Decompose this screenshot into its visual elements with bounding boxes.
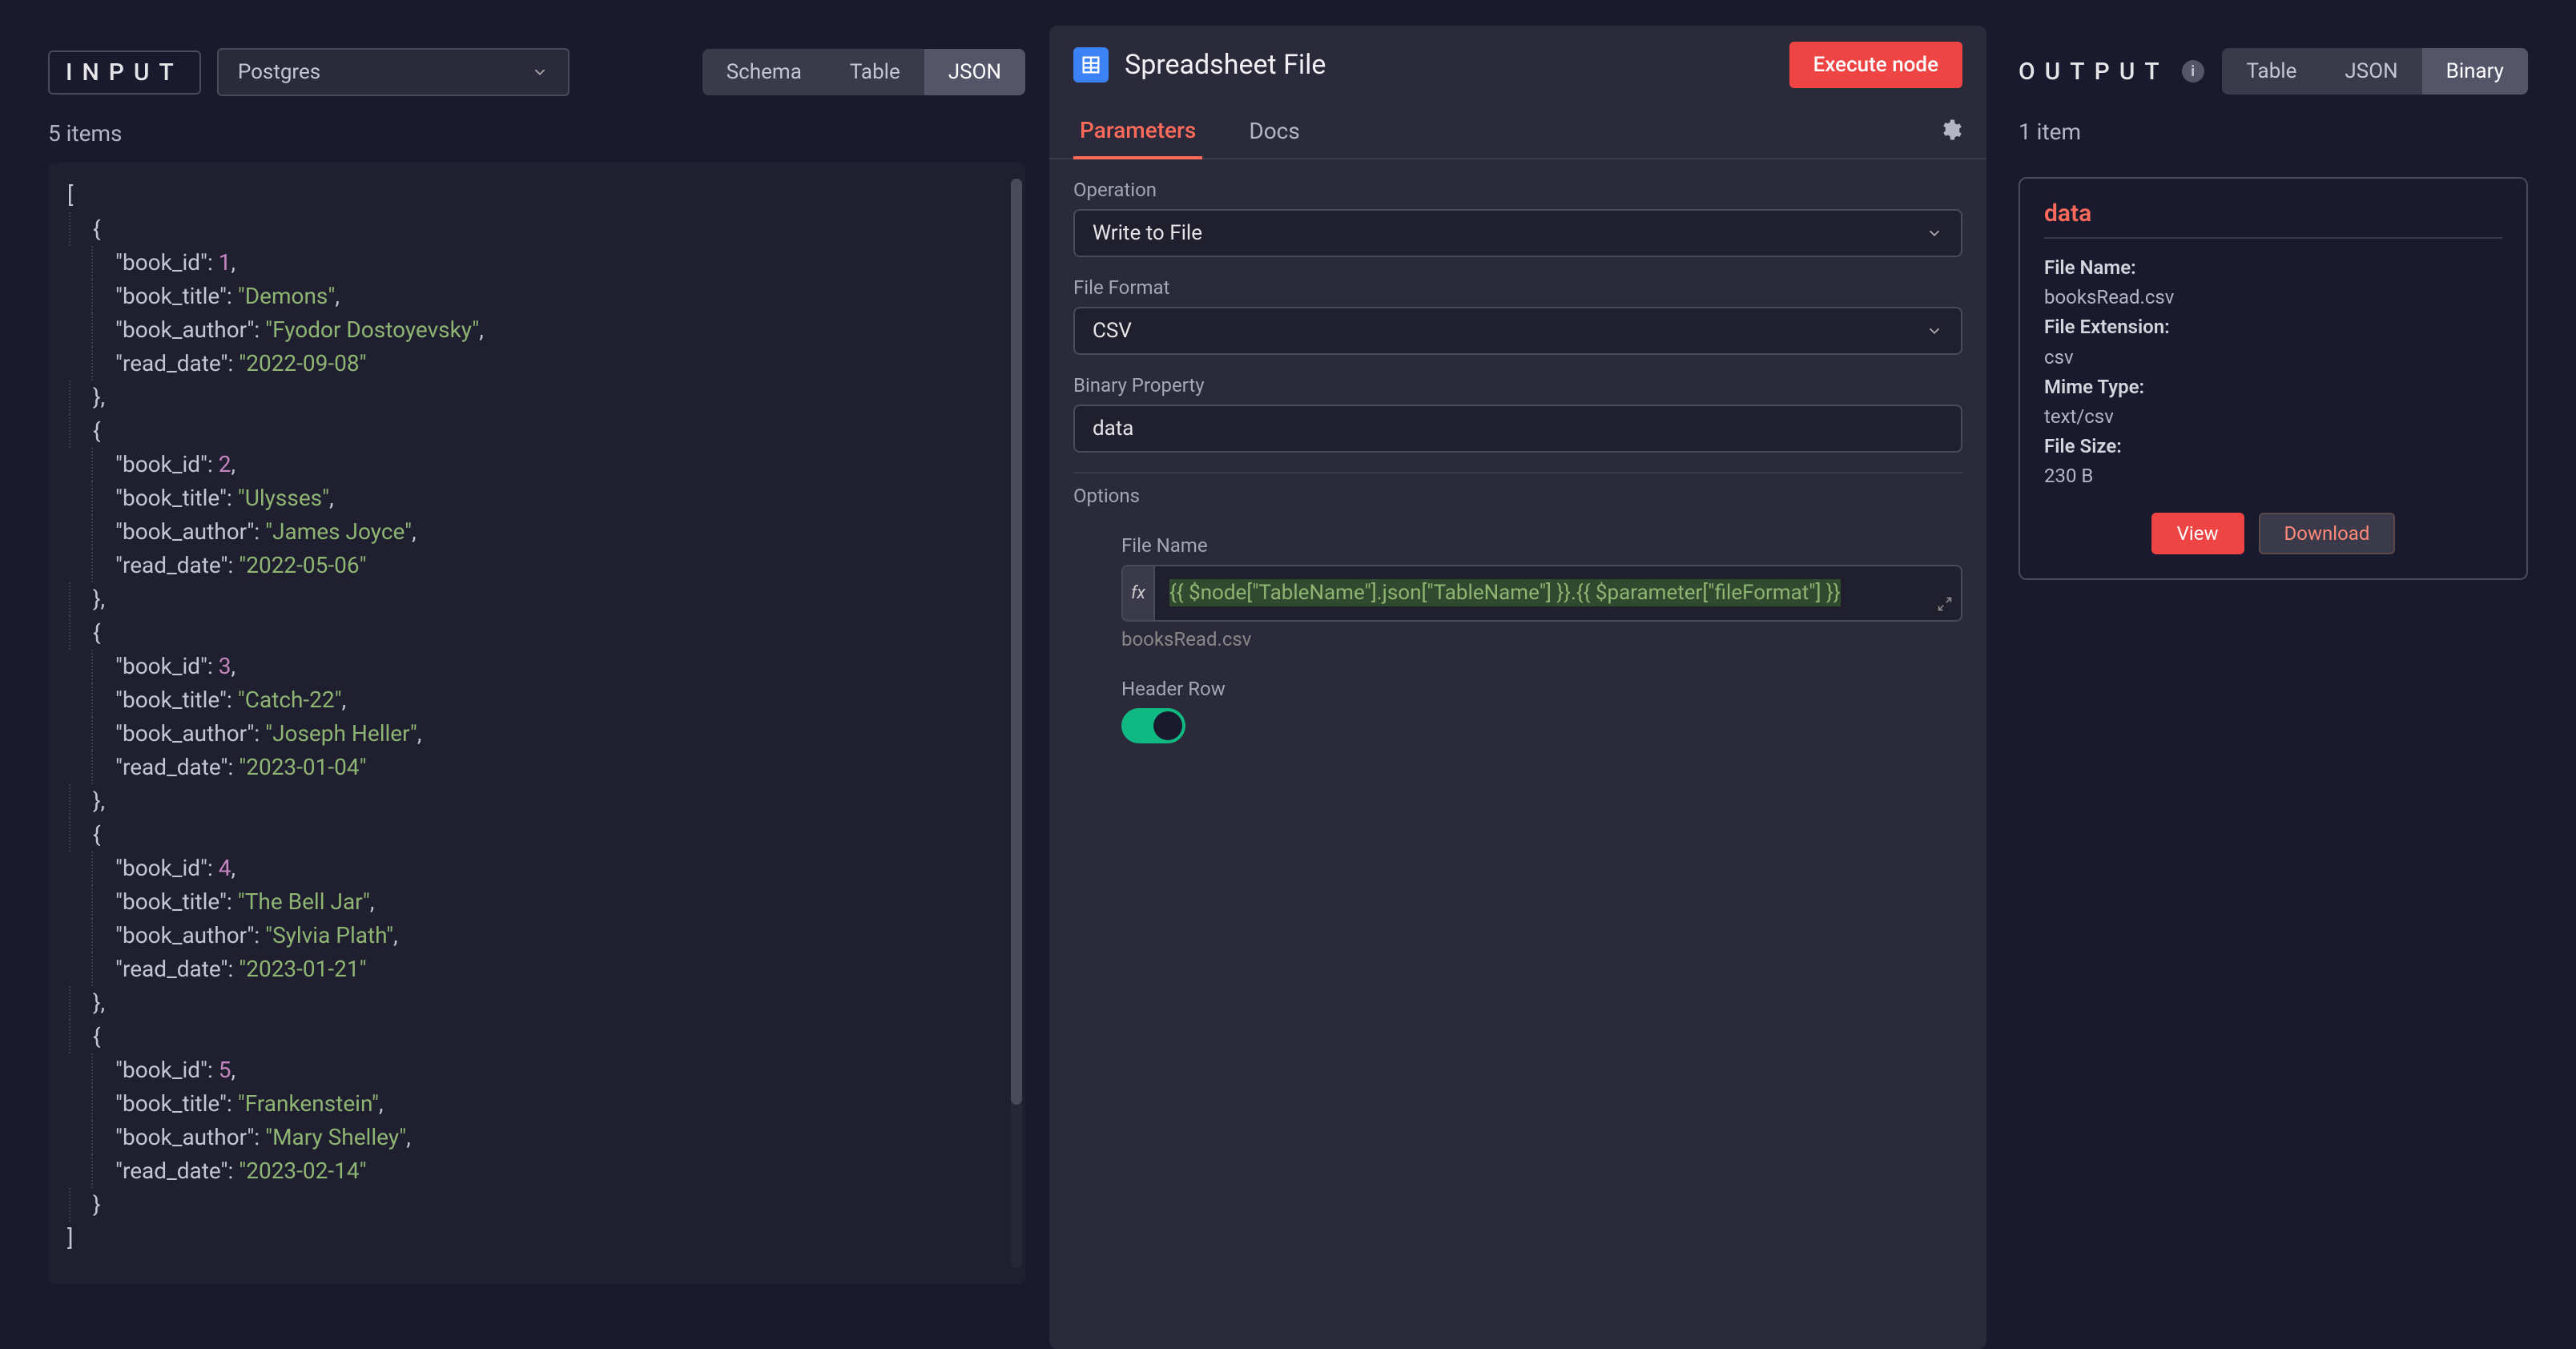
chevron-down-icon [531, 63, 549, 81]
filename-expression-input[interactable]: fx {{ $node["TableName"].json["TableName… [1121, 565, 1962, 622]
input-view-tabs: SchemaTableJSON [702, 49, 1025, 95]
view-tab-binary[interactable]: Binary [2422, 48, 2528, 95]
input-source-select[interactable]: Postgres [217, 48, 570, 96]
input-source-value: Postgres [238, 60, 320, 84]
filename-preview: booksRead.csv [1121, 628, 1962, 650]
operation-select[interactable]: Write to File [1073, 209, 1962, 257]
options-label: Options [1073, 472, 1962, 507]
scrollbar-track[interactable] [1011, 179, 1022, 1268]
fileformat-label: File Format [1073, 276, 1962, 299]
operation-value: Write to File [1093, 221, 1202, 245]
output-data-title: data [2044, 199, 2502, 239]
view-tab-table[interactable]: Table [826, 49, 924, 95]
operation-label: Operation [1073, 179, 1962, 201]
filename-meta-label: File Name: [2044, 256, 2136, 279]
execute-node-button[interactable]: Execute node [1789, 42, 1962, 88]
ext-meta-value: csv [2044, 346, 2074, 368]
view-tab-table[interactable]: Table [2222, 48, 2320, 95]
mime-meta-value: text/csv [2044, 405, 2114, 428]
view-tab-schema[interactable]: Schema [702, 49, 826, 95]
node-title: Spreadsheet File [1125, 49, 1326, 81]
download-button[interactable]: Download [2259, 513, 2396, 554]
ext-meta-label: File Extension: [2044, 316, 2170, 338]
input-panel-title: INPUT [48, 50, 201, 95]
input-json-viewer[interactable]: [{"book_id": 1,"book_title": "Demons","b… [48, 163, 1025, 1284]
tab-docs[interactable]: Docs [1242, 105, 1306, 157]
output-items-count: 1 item [2019, 119, 2528, 145]
output-panel-title: OUTPUT [2019, 58, 2169, 86]
size-meta-label: File Size: [2044, 435, 2122, 457]
filename-expression-text: {{ $node["TableName"].json["TableName"] … [1169, 579, 1841, 606]
spreadsheet-icon [1073, 47, 1109, 83]
chevron-down-icon [1926, 322, 1943, 340]
fileformat-value: CSV [1093, 319, 1132, 343]
tab-parameters[interactable]: Parameters [1073, 104, 1202, 159]
size-meta-value: 230 B [2044, 465, 2093, 487]
toggle-knob [1153, 711, 1182, 740]
chevron-down-icon [1926, 224, 1943, 242]
filename-meta-value: booksRead.csv [2044, 286, 2174, 308]
filename-label: File Name [1121, 534, 1962, 557]
view-tab-json[interactable]: JSON [2320, 48, 2421, 95]
binaryprop-input[interactable] [1073, 405, 1962, 453]
gear-icon[interactable] [1938, 118, 1962, 145]
headerrow-toggle[interactable] [1121, 708, 1185, 743]
expand-icon[interactable] [1929, 566, 1961, 620]
scrollbar-thumb[interactable] [1011, 179, 1022, 1105]
fx-icon: fx [1123, 566, 1155, 620]
fileformat-select[interactable]: CSV [1073, 307, 1962, 355]
output-binary-card: data File Name: booksRead.csv File Exten… [2019, 177, 2528, 580]
input-items-count: 5 items [48, 120, 1025, 147]
headerrow-label: Header Row [1121, 678, 1962, 700]
view-button[interactable]: View [2151, 513, 2244, 554]
binaryprop-label: Binary Property [1073, 374, 1962, 397]
output-view-tabs: TableJSONBinary [2222, 48, 2528, 95]
info-icon[interactable]: i [2182, 60, 2204, 83]
view-tab-json[interactable]: JSON [924, 49, 1025, 95]
mime-meta-label: Mime Type: [2044, 376, 2144, 398]
